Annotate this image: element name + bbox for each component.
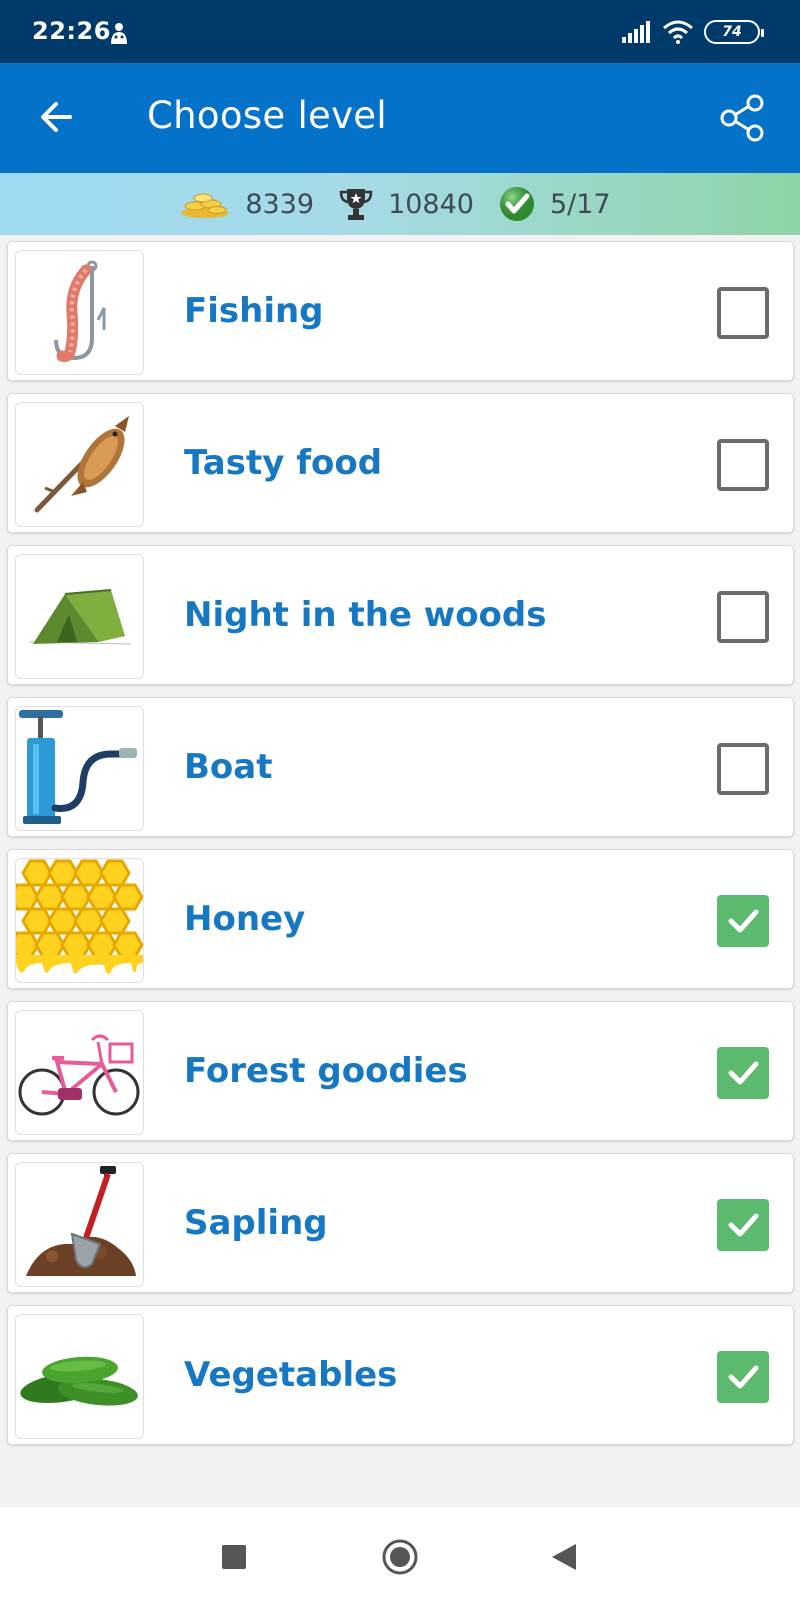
- level-item-night-in-the-woods[interactable]: Night in the woods: [7, 545, 794, 685]
- level-name: Boat: [184, 747, 273, 787]
- level-thumbnail: [15, 1162, 144, 1287]
- status-time: 22:26: [32, 17, 111, 45]
- checkmark-icon: [728, 909, 759, 933]
- status-bar: 22:26 74: [0, 0, 800, 63]
- page-title: Choose level: [147, 94, 387, 137]
- arrow-left-icon: [41, 102, 72, 132]
- level-item-tasty-food[interactable]: Tasty food: [7, 393, 794, 533]
- coins-count: 8339: [245, 188, 315, 220]
- level-item-honey[interactable]: Honey: [7, 849, 794, 989]
- level-name: Night in the woods: [184, 595, 547, 635]
- level-thumbnail: [15, 402, 144, 527]
- hook-worm-icon: [53, 260, 105, 362]
- level-item-sapling[interactable]: Sapling: [7, 1153, 794, 1293]
- recents-button[interactable]: [212, 1535, 256, 1579]
- honeycomb-icon: [16, 859, 143, 975]
- level-thumbnail: [15, 1010, 144, 1135]
- completion-checkbox-checked[interactable]: [717, 895, 769, 947]
- level-list: Fishing Tasty food Night in the woods Bo…: [7, 241, 794, 1457]
- gold-coins-icon: [181, 193, 230, 218]
- triangle-back-icon: [552, 1544, 576, 1570]
- level-thumbnail: [15, 706, 144, 831]
- trophies-stat: 10840: [338, 186, 474, 222]
- level-item-forest-goodies[interactable]: Forest goodies: [7, 1001, 794, 1141]
- level-name: Sapling: [184, 1203, 328, 1243]
- square-icon: [222, 1545, 246, 1569]
- air-pump-icon: [19, 709, 137, 824]
- share-button[interactable]: [716, 91, 770, 145]
- completed-count: 5/17: [549, 188, 611, 220]
- share-icon: [720, 94, 764, 142]
- completion-checkbox-checked[interactable]: [717, 1199, 769, 1251]
- checkmark-icon: [728, 1365, 759, 1389]
- level-name: Honey: [184, 899, 306, 939]
- tent-icon: [28, 588, 131, 644]
- level-item-vegetables[interactable]: Vegetables: [7, 1305, 794, 1445]
- trophies-count: 10840: [388, 188, 474, 220]
- level-name: Vegetables: [184, 1355, 398, 1395]
- check-circle-icon: [499, 187, 534, 221]
- completion-checkbox[interactable]: [717, 439, 769, 491]
- shovel-soil-icon: [25, 1165, 136, 1276]
- checkmark-icon: [728, 1061, 759, 1085]
- level-thumbnail: [15, 250, 144, 375]
- level-name: Forest goodies: [184, 1051, 468, 1091]
- fish-on-stick-icon: [34, 415, 129, 512]
- level-item-boat[interactable]: Boat: [7, 697, 794, 837]
- checkmark-icon: [728, 1213, 759, 1237]
- completion-checkbox[interactable]: [717, 591, 769, 643]
- cucumbers-icon: [19, 1356, 138, 1406]
- circle-icon: [382, 1539, 418, 1575]
- back-nav-button[interactable]: [542, 1535, 586, 1579]
- level-thumbnail: [15, 554, 144, 679]
- back-button[interactable]: [32, 93, 80, 141]
- bicycle-icon: [18, 1034, 140, 1115]
- app-bar: Choose level: [0, 63, 800, 173]
- level-item-fishing[interactable]: Fishing: [7, 241, 794, 381]
- stats-bar: 8339 10840 5/17: [0, 173, 800, 235]
- level-name: Tasty food: [184, 443, 383, 483]
- wifi-icon: [663, 20, 693, 44]
- level-thumbnail: [15, 1314, 144, 1439]
- level-thumbnail: [15, 858, 144, 983]
- trophy-icon: [339, 189, 373, 220]
- battery-indicator: 74: [704, 20, 764, 44]
- completion-checkbox[interactable]: [717, 287, 769, 339]
- home-button[interactable]: [378, 1535, 422, 1579]
- coins-stat: 8339: [179, 189, 314, 220]
- completed-stat: 5/17: [498, 185, 611, 223]
- system-nav-bar: [0, 1507, 800, 1600]
- completion-checkbox-checked[interactable]: [717, 1047, 769, 1099]
- signal-icon: [622, 21, 650, 43]
- notification-icon: [111, 23, 127, 44]
- completion-checkbox[interactable]: [717, 743, 769, 795]
- completion-checkbox-checked[interactable]: [717, 1351, 769, 1403]
- level-name: Fishing: [184, 291, 324, 331]
